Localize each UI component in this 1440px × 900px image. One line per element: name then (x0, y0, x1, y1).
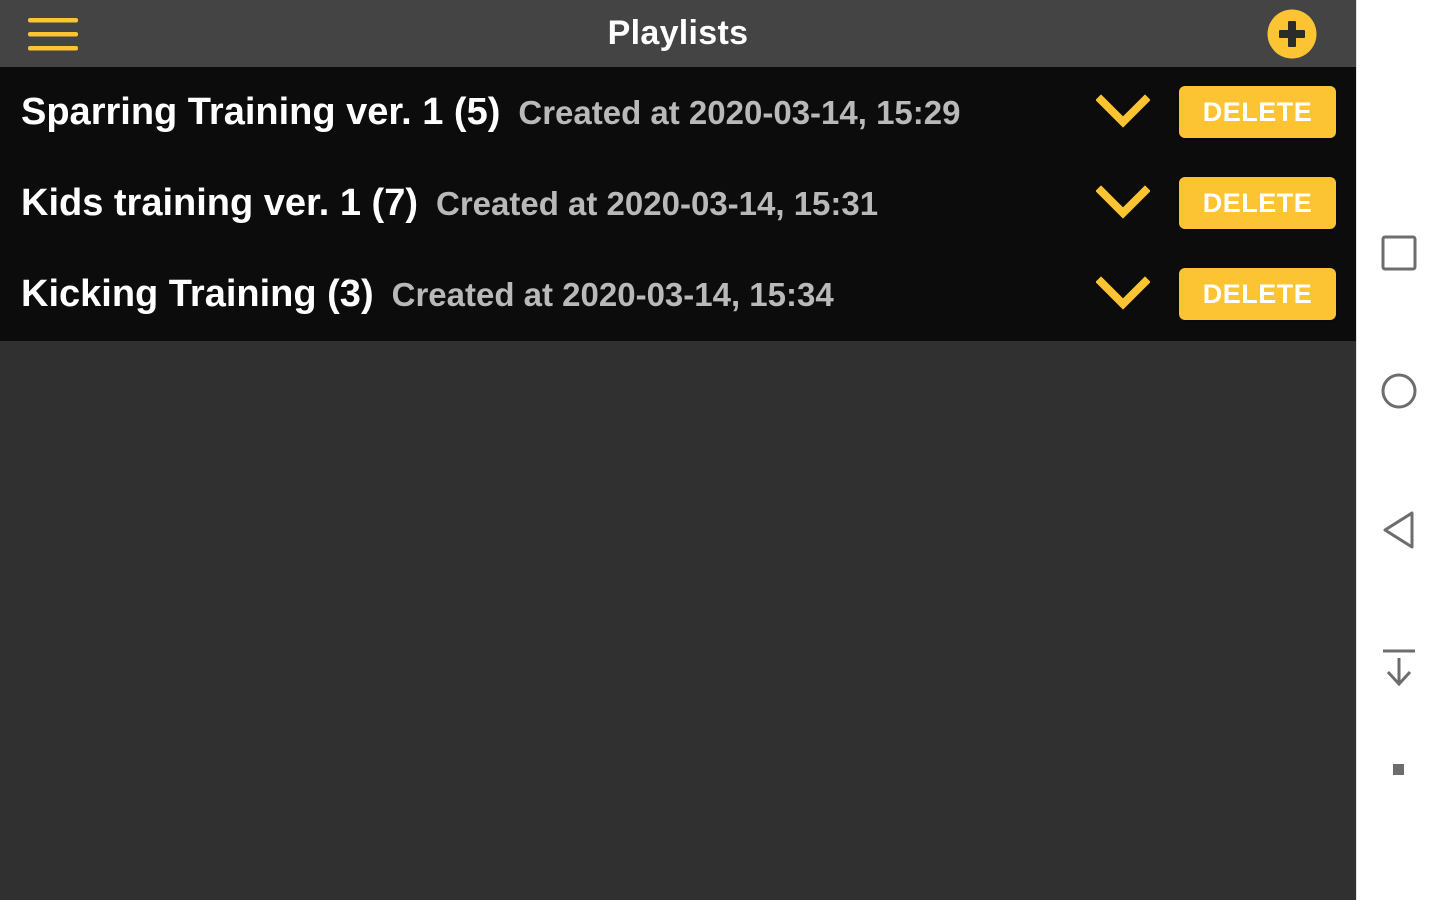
top-app-bar: Playlists (0, 0, 1356, 67)
system-navigation-bar (1356, 0, 1440, 900)
delete-playlist-button[interactable]: DELETE (1179, 268, 1336, 320)
app-window: Playlists Sparring Training ver. 1 (5) Cr… (0, 0, 1356, 900)
add-playlist-button[interactable] (1266, 8, 1318, 60)
playlist-row[interactable]: Sparring Training ver. 1 (5) Created at 2… (0, 67, 1356, 158)
playlist-created-date: Created at 2020-03-14, 15:29 (518, 94, 961, 131)
expand-playlist-button[interactable] (1096, 275, 1150, 315)
recents-button[interactable] (1378, 232, 1420, 274)
playlist-title: Kicking Training (3) Created at 2020-03-1… (21, 249, 834, 340)
expand-playlist-button[interactable] (1096, 184, 1150, 224)
playlist-list: Sparring Training ver. 1 (5) Created at 2… (0, 67, 1356, 341)
playlist-title: Sparring Training ver. 1 (5) Created at 2… (21, 67, 960, 158)
delete-playlist-button[interactable]: DELETE (1179, 86, 1336, 138)
back-button[interactable] (1378, 509, 1420, 551)
back-triangle-icon (1383, 511, 1414, 549)
page-title: Playlists (607, 14, 749, 52)
home-circle-icon (1381, 373, 1417, 409)
delete-playlist-button[interactable]: DELETE (1179, 177, 1336, 229)
playlist-row[interactable]: Kids training ver. 1 (7) Created at 2020-… (0, 158, 1356, 249)
chevron-down-icon (1096, 276, 1150, 310)
hamburger-menu-icon (28, 18, 78, 51)
playlist-row[interactable]: Kicking Training (3) Created at 2020-03-1… (0, 249, 1356, 340)
playlist-created-date: Created at 2020-03-14, 15:34 (391, 276, 834, 313)
menu-button[interactable] (24, 12, 82, 56)
pull-down-button[interactable] (1378, 647, 1420, 689)
playlist-name: Kids training ver. 1 (7) (21, 182, 418, 224)
home-button[interactable] (1378, 370, 1420, 412)
small-square-button[interactable] (1378, 749, 1420, 791)
playlist-title: Kids training ver. 1 (7) Created at 2020-… (21, 158, 878, 249)
recents-square-icon (1381, 235, 1417, 271)
small-square-icon (1393, 764, 1404, 775)
chevron-down-icon (1096, 94, 1150, 128)
add-circle-icon (1267, 9, 1317, 59)
playlist-name: Sparring Training ver. 1 (5) (21, 91, 501, 133)
playlist-created-date: Created at 2020-03-14, 15:31 (436, 185, 879, 222)
playlist-name: Kicking Training (3) (21, 273, 374, 315)
expand-playlist-button[interactable] (1096, 93, 1150, 133)
pull-down-arrow-icon (1383, 649, 1415, 687)
chevron-down-icon (1096, 185, 1150, 219)
